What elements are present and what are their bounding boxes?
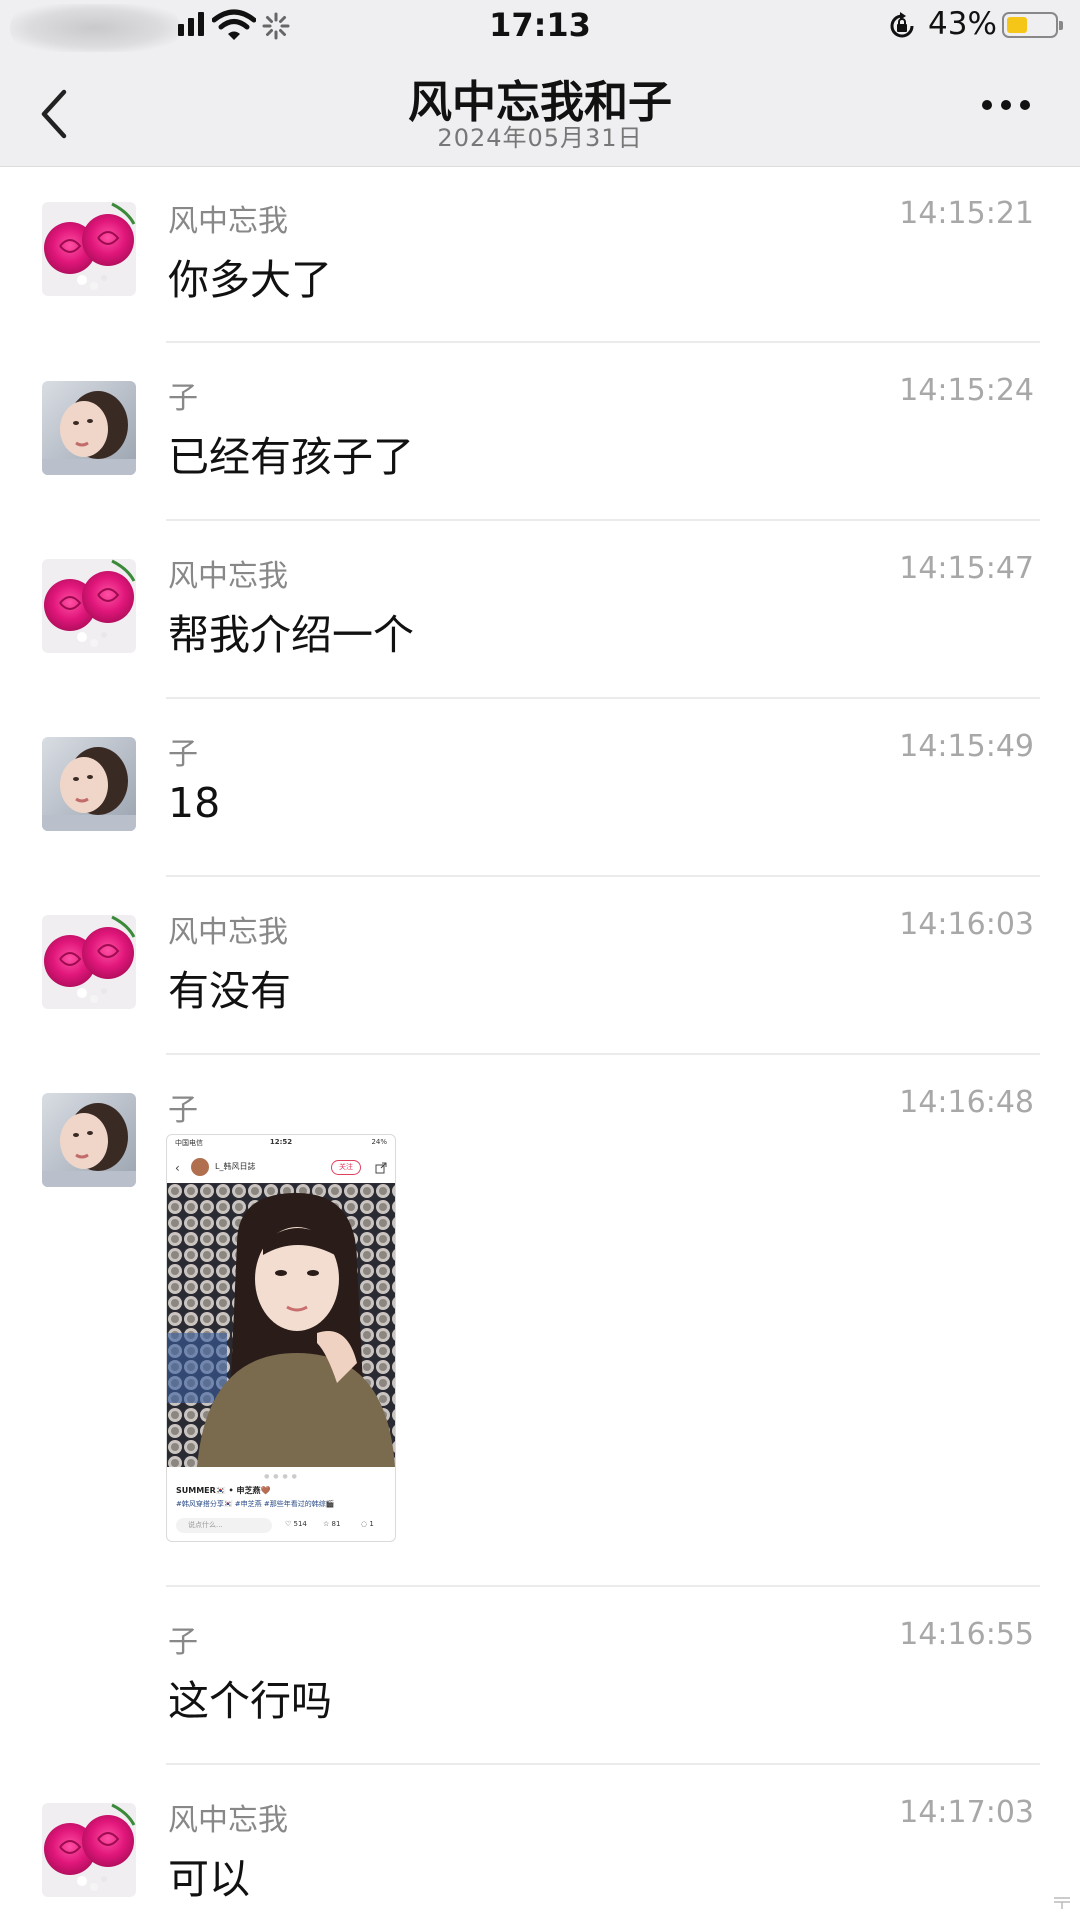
sender-name: 子 <box>168 1625 198 1660</box>
sender-name: 风中忘我 <box>168 559 288 594</box>
rose-avatar[interactable] <box>42 915 136 1009</box>
message-text: 18 <box>168 779 221 827</box>
top-bar: 17:13 43% 风中忘我和子 2024年05月31日 <box>0 0 1080 167</box>
battery-percent: 43% <box>928 6 997 42</box>
image-battery: 24% <box>371 1138 387 1146</box>
girl-avatar[interactable] <box>42 381 136 475</box>
message-item[interactable]: 风中忘我 14:15:21 你多大了 <box>0 166 1080 342</box>
image-post-actions: 说点什么... ♡ 514 ☆ 81 ◌ 1 <box>167 1515 395 1537</box>
star-icon: ☆ <box>323 1520 330 1528</box>
image-back-icon: ‹ <box>175 1161 180 1175</box>
message-text: 帮我介绍一个 <box>168 611 414 659</box>
rose-avatar[interactable] <box>42 202 136 296</box>
sender-name: 风中忘我 <box>168 204 288 239</box>
message-text: 这个行吗 <box>168 1677 332 1725</box>
message-time: 14:16:55 <box>899 1617 1034 1652</box>
sender-name: 子 <box>168 1093 198 1128</box>
message-time: 14:15:49 <box>899 729 1034 764</box>
message-item[interactable]: 子 14:16:48 <box>0 1055 1080 1585</box>
message-text: 已经有孩子了 <box>168 433 414 481</box>
sender-name: 子 <box>168 381 198 416</box>
sender-name: 风中忘我 <box>168 915 288 950</box>
image-caption: SUMMER🇰🇷 • 申芝燕🤎 <box>176 1486 271 1495</box>
page-date: 2024年05月31日 <box>437 124 643 152</box>
message-time: 14:16:48 <box>899 1085 1034 1120</box>
image-like-count: ♡ 514 <box>285 1520 307 1528</box>
message-time: 14:17:03 <box>899 1795 1034 1830</box>
sender-name: 风中忘我 <box>168 1803 288 1838</box>
message-item[interactable]: 子 14:15:24 已经有孩子了 <box>0 343 1080 519</box>
image-follow-button: 关注 <box>331 1160 361 1175</box>
message-time: 14:15:21 <box>899 196 1034 231</box>
message-time: 14:15:47 <box>899 551 1034 586</box>
image-share-icon <box>375 1159 387 1178</box>
watermark-icon <box>1052 1894 1072 1910</box>
message-item[interactable]: 风中忘我 14:17:03 可以 <box>0 1765 1080 1920</box>
message-text: 可以 <box>168 1855 250 1903</box>
image-post-header: ‹ L_韩风日誌 关注 <box>167 1149 395 1183</box>
message-time: 14:15:24 <box>899 373 1034 408</box>
message-time: 14:16:03 <box>899 907 1034 942</box>
sender-name: 子 <box>168 737 198 772</box>
comment-icon: ◌ <box>361 1520 368 1528</box>
image-comment-count: ◌ 1 <box>361 1520 374 1528</box>
like-count-value: 514 <box>293 1520 307 1528</box>
girl-avatar[interactable] <box>42 1093 136 1187</box>
comment-count-value: 1 <box>369 1520 374 1528</box>
ellipsis-icon <box>982 100 992 110</box>
image-comment-input: 说点什么... <box>176 1518 272 1533</box>
image-tags: #韩风穿搭分享🇰🇷 #申芝燕 #那些年看过的韩综🎬 <box>176 1500 335 1508</box>
star-count-value: 81 <box>331 1520 341 1528</box>
message-text: 有没有 <box>168 967 291 1015</box>
image-star-count: ☆ 81 <box>323 1520 340 1528</box>
message-item[interactable]: 子 14:15:49 18 <box>0 699 1080 875</box>
message-item[interactable]: 风中忘我 14:16:03 有没有 <box>0 877 1080 1053</box>
message-text: 你多大了 <box>168 256 332 304</box>
battery-icon <box>1002 12 1063 38</box>
rose-avatar[interactable] <box>42 559 136 653</box>
girl-avatar[interactable] <box>42 737 136 831</box>
image-photo <box>167 1183 395 1467</box>
image-status-bar: 中国电信 12:52 24% <box>167 1135 395 1149</box>
image-account-name: L_韩风日誌 <box>215 1162 256 1171</box>
image-time: 12:52 <box>269 1138 293 1146</box>
image-account-avatar <box>191 1158 209 1176</box>
heart-icon: ♡ <box>285 1520 292 1528</box>
message-item[interactable]: 风中忘我 14:15:47 帮我介绍一个 <box>0 521 1080 697</box>
status-time: 17:13 <box>489 6 591 44</box>
orientation-lock-icon <box>886 10 918 46</box>
image-carousel-dots: ● ● ● ● <box>264 1473 298 1480</box>
message-item[interactable]: 子 14:16:55 这个行吗 <box>0 1587 1080 1763</box>
more-button[interactable] <box>982 100 1030 110</box>
shared-image[interactable]: 中国电信 12:52 24% ‹ L_韩风日誌 关注 ● ● ● ● SUMME… <box>166 1134 396 1542</box>
rose-avatar[interactable] <box>42 1803 136 1897</box>
